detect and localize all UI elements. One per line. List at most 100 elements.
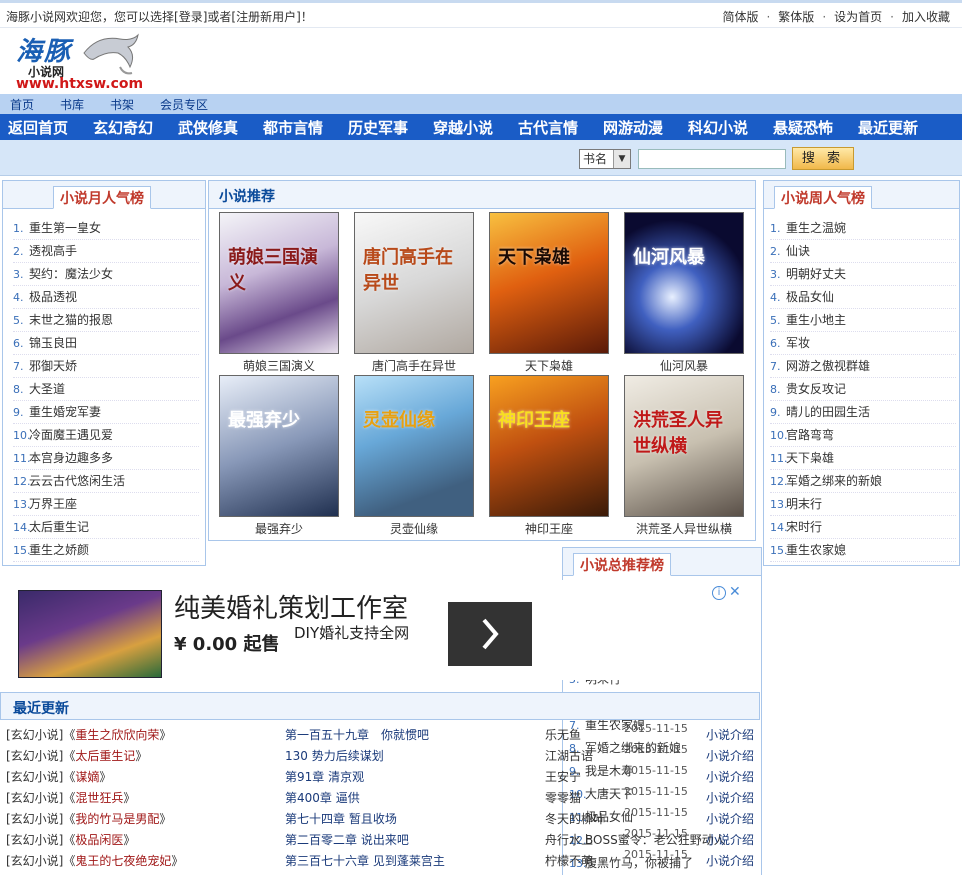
book-title[interactable]: 重生之娇颜 (29, 543, 89, 557)
book-card[interactable]: 唐门高手在异世 唐门高手在异世 (354, 212, 474, 374)
latest-chapter[interactable]: 第一百五十九章 你就惯吧 (285, 726, 429, 743)
book-title[interactable]: 重生第一皇女 (29, 221, 101, 235)
site-logo[interactable]: 海豚 小说网 www.htxsw.com (14, 31, 144, 93)
latest-category[interactable]: [玄幻小说] (6, 833, 63, 847)
book-title[interactable]: 军婚之绑来的新娘 (786, 474, 882, 488)
weekly-rank-item[interactable]: 8. 贵女反攻记 (770, 378, 956, 401)
weekly-rank-item[interactable]: 7. 网游之傲视群雄 (770, 355, 956, 378)
book-title[interactable]: 宋时行 (786, 520, 822, 534)
subnav-member[interactable]: 会员专区 (160, 96, 208, 113)
ad-image[interactable] (18, 590, 162, 678)
book-title[interactable]: 重生之温婉 (786, 221, 846, 235)
weekly-rank-item[interactable]: 1. 重生之温婉 (770, 217, 956, 240)
book-card[interactable]: 最强弃少 最强弃少 (219, 375, 339, 537)
monthly-rank-item[interactable]: 10.冷面魔王遇见爱 (13, 424, 199, 447)
book-caption[interactable]: 最强弃少 (219, 520, 339, 537)
subnav-bookshelf[interactable]: 书架 (110, 96, 134, 113)
latest-author[interactable]: 冬天的柳叶 (545, 810, 605, 827)
weekly-rank-item[interactable]: 12.军婚之绑来的新娘 (770, 470, 956, 493)
search-type-select[interactable]: 书名 ▼ (579, 149, 631, 169)
weekly-rank-item[interactable]: 4. 极品女仙 (770, 286, 956, 309)
book-caption[interactable]: 洪荒圣人异世纵横 (624, 520, 744, 537)
book-title[interactable]: 贵女反攻记 (786, 382, 846, 396)
book-title[interactable]: 重生小地主 (786, 313, 846, 327)
latest-author[interactable]: 柠檬不萌 (545, 852, 593, 869)
latest-book-title[interactable]: 我的竹马是男配 (75, 812, 159, 826)
latest-category[interactable]: [玄幻小说] (6, 770, 63, 784)
nav-latest[interactable]: 最近更新 (858, 117, 918, 138)
search-button[interactable]: 搜 索 (792, 147, 854, 170)
monthly-rank-item[interactable]: 4. 极品透视 (13, 286, 199, 309)
book-title[interactable]: 邪御天娇 (29, 359, 77, 373)
book-intro-link[interactable]: 小说介绍 (706, 831, 754, 848)
book-title[interactable]: 极品透视 (29, 290, 77, 304)
monthly-rank-item[interactable]: 12.云云古代悠闲生活 (13, 470, 199, 493)
latest-chapter[interactable]: 第三百七十六章 见到蓬莱宫主 (285, 852, 445, 869)
ad-info-icon[interactable]: i (712, 586, 726, 600)
book-title[interactable]: 天下枭雄 (786, 451, 834, 465)
weekly-rank-item[interactable]: 5. 重生小地主 (770, 309, 956, 332)
book-title[interactable]: 透视高手 (29, 244, 77, 258)
book-title[interactable]: 万界王座 (29, 497, 77, 511)
latest-chapter[interactable]: 第400章 逼供 (285, 789, 360, 806)
login-link[interactable]: [登录] (174, 10, 207, 24)
book-card[interactable]: 神印王座 神印王座 (489, 375, 609, 537)
weekly-rank-item[interactable]: 10.官路弯弯 (770, 424, 956, 447)
latest-category[interactable]: [玄幻小说] (6, 749, 63, 763)
book-title[interactable]: 冷面魔王遇见爱 (29, 428, 113, 442)
book-intro-link[interactable]: 小说介绍 (706, 768, 754, 785)
subnav-library[interactable]: 书库 (60, 96, 84, 113)
latest-author[interactable]: 王安宁 (545, 768, 581, 785)
book-card[interactable]: 洪荒圣人异世纵横 洪荒圣人异世纵横 (624, 375, 744, 537)
ad-title[interactable]: 纯美婚礼策划工作室 (174, 588, 408, 625)
latest-book-title[interactable]: 鬼王的七夜绝宠妃 (75, 854, 171, 868)
book-cover[interactable]: 洪荒圣人异世纵横 (624, 375, 744, 517)
weekly-rank-item[interactable]: 11.天下枭雄 (770, 447, 956, 470)
latest-author[interactable]: 乐无鱼 (545, 726, 581, 743)
latest-book-title[interactable]: 太后重生记 (75, 749, 135, 763)
latest-book-title[interactable]: 极品闲医 (75, 833, 123, 847)
book-intro-link[interactable]: 小说介绍 (706, 852, 754, 869)
book-title[interactable]: 网游之傲视群雄 (786, 359, 870, 373)
monthly-rank-item[interactable]: 15.重生之娇颜 (13, 539, 199, 562)
monthly-rank-item[interactable]: 5. 末世之猫的报恩 (13, 309, 199, 332)
search-input[interactable] (638, 149, 786, 169)
book-title[interactable]: 云云古代悠闲生活 (29, 474, 125, 488)
nav-urban[interactable]: 都市言情 (263, 117, 323, 138)
add-favorite-link[interactable]: 加入收藏 (902, 10, 950, 24)
nav-scifi[interactable]: 科幻小说 (688, 117, 748, 138)
nav-wuxia[interactable]: 武侠修真 (178, 117, 238, 138)
latest-book-title[interactable]: 混世狂兵 (75, 791, 123, 805)
book-title[interactable]: 明朝好丈夫 (786, 267, 846, 281)
book-caption[interactable]: 萌娘三国演义 (219, 357, 339, 374)
book-intro-link[interactable]: 小说介绍 (706, 726, 754, 743)
book-caption[interactable]: 灵壶仙缘 (354, 520, 474, 537)
latest-chapter[interactable]: 第七十四章 暂且收场 (285, 810, 397, 827)
book-cover[interactable]: 仙河风暴 (624, 212, 744, 354)
book-title[interactable]: 大圣道 (29, 382, 65, 396)
monthly-rank-item[interactable]: 6. 锦玉良田 (13, 332, 199, 355)
monthly-rank-item[interactable]: 8. 大圣道 (13, 378, 199, 401)
book-cover[interactable]: 萌娘三国演义 (219, 212, 339, 354)
book-title[interactable]: 锦玉良田 (29, 336, 77, 350)
book-cover[interactable]: 神印王座 (489, 375, 609, 517)
set-homepage-link[interactable]: 设为首页 (834, 10, 882, 24)
book-card[interactable]: 仙河风暴 仙河风暴 (624, 212, 744, 374)
latest-category[interactable]: [玄幻小说] (6, 728, 63, 742)
book-cover[interactable]: 灵壶仙缘 (354, 375, 474, 517)
weekly-rank-item[interactable]: 9. 晴儿的田园生活 (770, 401, 956, 424)
book-intro-link[interactable]: 小说介绍 (706, 789, 754, 806)
book-title[interactable]: 晴儿的田园生活 (786, 405, 870, 419)
nav-timetravel[interactable]: 穿越小说 (433, 117, 493, 138)
monthly-rank-item[interactable]: 14.太后重生记 (13, 516, 199, 539)
latest-chapter[interactable]: 第91章 清京观 (285, 768, 364, 785)
book-title[interactable]: 军妆 (786, 336, 810, 350)
nav-fantasy[interactable]: 玄幻奇幻 (93, 117, 153, 138)
book-title[interactable]: 重生婚宠军妻 (29, 405, 101, 419)
register-link[interactable]: [注册新用户] (231, 10, 300, 24)
nav-ancient[interactable]: 古代言情 (518, 117, 578, 138)
book-cover[interactable]: 唐门高手在异世 (354, 212, 474, 354)
latest-chapter[interactable]: 130 势力后续谋划 (285, 747, 384, 764)
book-cover[interactable]: 最强弃少 (219, 375, 339, 517)
book-card[interactable]: 灵壶仙缘 灵壶仙缘 (354, 375, 474, 537)
